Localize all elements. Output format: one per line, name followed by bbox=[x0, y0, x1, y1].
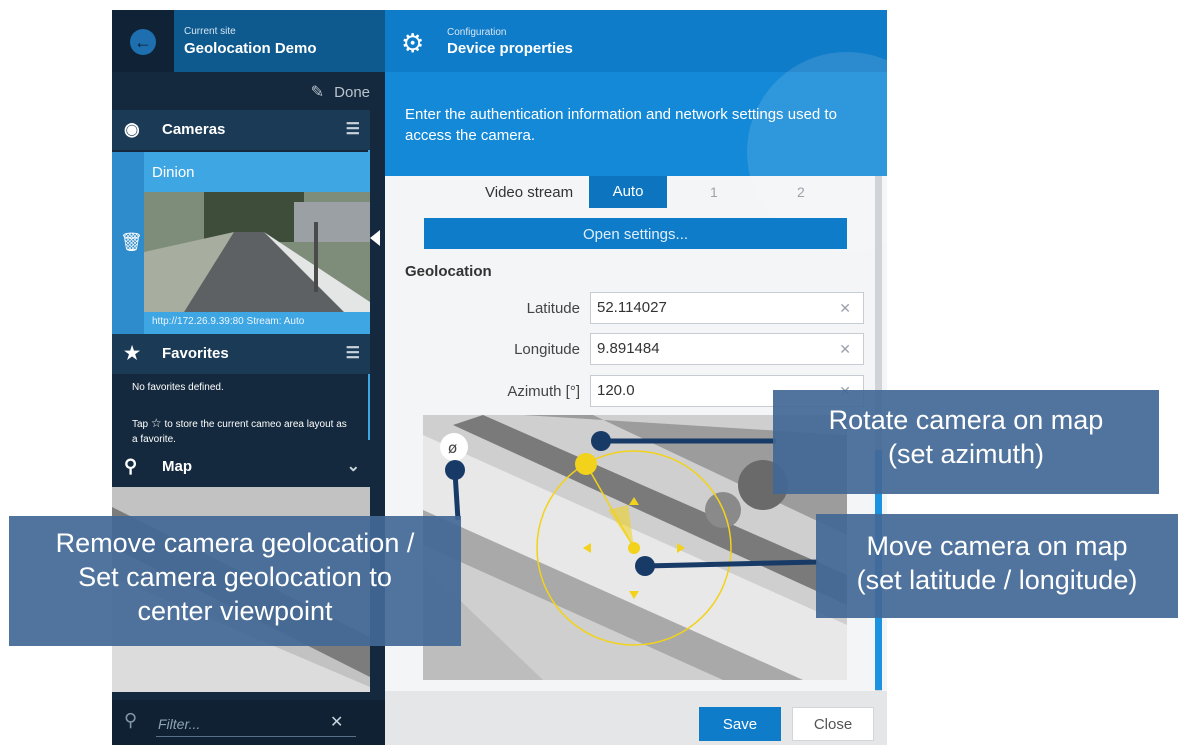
clear-icon[interactable]: ✕ bbox=[330, 712, 343, 732]
callout-remove-line1: Remove camera geolocation / bbox=[55, 528, 415, 558]
video-stream-option-1[interactable]: 1 bbox=[710, 184, 718, 200]
hamburger-icon[interactable]: ☰ bbox=[346, 119, 360, 139]
camera-icon: ◉ bbox=[124, 119, 140, 139]
callout-move-camera: Move camera on map (set latitude / longi… bbox=[816, 514, 1178, 618]
camera-url: http://172.26.9.39:80 Stream: Auto bbox=[152, 316, 305, 327]
longitude-label: Longitude bbox=[514, 341, 580, 358]
video-stream-label: Video stream bbox=[485, 184, 574, 201]
cameras-label: Cameras bbox=[162, 121, 226, 138]
longitude-value: 9.891484 bbox=[597, 340, 660, 357]
callout-move-line1: Move camera on map bbox=[866, 531, 1128, 561]
favorites-hint-suffix: to store the current cameo area layout a… bbox=[132, 419, 347, 445]
map-section-header[interactable]: ⚲ Map ⌄ bbox=[112, 447, 370, 487]
done-label: Done bbox=[334, 84, 370, 101]
callout-remove-geolocation: Remove camera geolocation / Set camera g… bbox=[9, 516, 461, 646]
callout-rotate-camera: Rotate camera on map (set azimuth) bbox=[773, 390, 1159, 494]
callout-rotate-line1: Rotate camera on map bbox=[828, 405, 1104, 435]
callout-rotate-line2: (set azimuth) bbox=[887, 439, 1045, 469]
callout-remove-line2: Set camera geolocation to bbox=[78, 562, 392, 592]
star-icon: ★ bbox=[124, 343, 141, 363]
save-button[interactable]: Save bbox=[699, 707, 781, 741]
favorites-hint: Tap ☆ to store the current cameo area la… bbox=[132, 416, 352, 447]
latitude-field[interactable]: 52.114027 ✕ bbox=[590, 292, 864, 324]
back-arrow-icon: ← bbox=[130, 29, 156, 55]
config-title: Device properties bbox=[447, 40, 573, 57]
filter-input[interactable] bbox=[156, 711, 356, 737]
geo-clear-icon: ø bbox=[448, 439, 457, 457]
video-stream-option-2[interactable]: 2 bbox=[797, 184, 805, 200]
favorites-section-header[interactable]: ★ Favorites ☰ bbox=[112, 334, 370, 374]
callout-remove-line3: center viewpoint bbox=[137, 596, 333, 626]
favorites-empty-text: No favorites defined. bbox=[132, 382, 224, 393]
edit-icon: ✎ bbox=[310, 84, 324, 101]
azimuth-label: Azimuth [°] bbox=[507, 383, 580, 400]
selection-pointer bbox=[370, 230, 380, 246]
search-icon: ⚲ bbox=[124, 710, 138, 730]
latitude-value: 52.114027 bbox=[597, 299, 667, 316]
star-outline-icon: ☆ bbox=[150, 416, 162, 430]
map-pin-icon: ⚲ bbox=[124, 456, 138, 476]
gear-icon: ⚙ bbox=[401, 28, 425, 58]
site-caption: Current site bbox=[184, 26, 236, 37]
azimuth-value: 120.0 bbox=[597, 382, 635, 399]
longitude-field[interactable]: 9.891484 ✕ bbox=[590, 333, 864, 365]
clear-icon[interactable]: ✕ bbox=[839, 300, 851, 317]
geolocation-heading: Geolocation bbox=[405, 263, 492, 280]
site-info: Current site Geolocation Demo bbox=[174, 10, 385, 72]
rotate-handle[interactable] bbox=[575, 453, 597, 475]
chevron-down-icon[interactable]: ⌄ bbox=[347, 456, 360, 476]
hamburger-icon[interactable]: ☰ bbox=[346, 343, 360, 363]
move-handle[interactable] bbox=[628, 542, 640, 554]
latitude-label: Latitude bbox=[526, 300, 580, 317]
camera-list-item[interactable]: 🗑 Dinion http://172.26.9.39:80 Stream: A… bbox=[112, 152, 370, 334]
clear-icon[interactable]: ✕ bbox=[839, 341, 851, 358]
trash-icon[interactable]: 🗑 bbox=[112, 152, 144, 334]
map-label: Map bbox=[162, 458, 192, 475]
camera-name: Dinion bbox=[152, 164, 195, 181]
cameras-section-header[interactable]: ◉ Cameras ☰ bbox=[112, 110, 370, 150]
back-button[interactable]: ← bbox=[112, 10, 174, 72]
camera-thumbnail[interactable] bbox=[144, 192, 370, 312]
camera-thumbnail-image bbox=[144, 192, 370, 312]
filter-bar: ⚲ ✕ bbox=[112, 700, 385, 745]
site-name: Geolocation Demo bbox=[184, 40, 317, 57]
description-banner: Enter the authentication information and… bbox=[385, 52, 887, 252]
close-button[interactable]: Close bbox=[792, 707, 874, 741]
callout-move-line2: (set latitude / longitude) bbox=[856, 565, 1138, 595]
site-header: ← Current site Geolocation Demo bbox=[112, 10, 385, 72]
config-caption: Configuration bbox=[447, 27, 507, 38]
done-button[interactable]: ✎ Done bbox=[112, 82, 370, 112]
open-settings-button[interactable]: Open settings... bbox=[424, 218, 847, 249]
video-stream-option-auto[interactable]: Auto bbox=[589, 176, 667, 208]
description-text: Enter the authentication information and… bbox=[405, 106, 837, 144]
favorites-hint-prefix: Tap bbox=[132, 419, 149, 430]
favorites-label: Favorites bbox=[162, 345, 229, 362]
favorites-body: No favorites defined. Tap ☆ to store the… bbox=[112, 374, 370, 447]
dialog-footer: Save Close bbox=[385, 691, 887, 745]
